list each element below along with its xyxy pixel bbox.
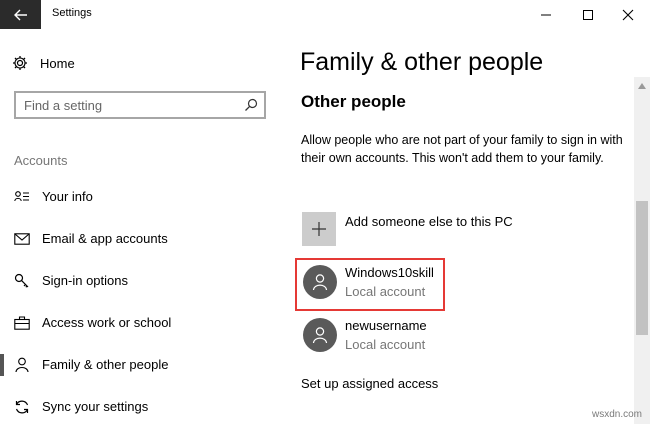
sidebar-item-family-other-people[interactable]: Family & other people xyxy=(0,348,290,382)
back-button[interactable] xyxy=(0,0,41,29)
person-icon xyxy=(13,356,31,374)
account-name: newusername xyxy=(345,318,427,333)
description-text: Allow people who are not part of your fa… xyxy=(301,133,623,165)
add-someone-button[interactable]: Add someone else to this PC xyxy=(301,209,621,247)
add-icon-box xyxy=(302,212,336,246)
main-content: Family & other people Other people Allow… xyxy=(290,29,634,424)
sidebar-item-sync-settings[interactable]: Sync your settings xyxy=(0,390,290,424)
user-icon xyxy=(312,327,328,344)
page-title: Family & other people xyxy=(300,48,544,76)
scrollbar-thumb[interactable] xyxy=(636,201,648,335)
maximize-icon xyxy=(583,9,593,20)
sidebar-item-label: Sign-in options xyxy=(42,273,128,288)
sidebar: Home Accounts Your info Email & app acco… xyxy=(0,29,290,424)
watermark: wsxdn.com xyxy=(591,409,642,420)
home-link[interactable]: Home xyxy=(12,55,75,71)
search-icon[interactable] xyxy=(244,98,258,112)
sidebar-item-label: Sync your settings xyxy=(42,399,149,414)
assigned-access-link[interactable]: Set up assigned access xyxy=(301,376,438,391)
sidebar-item-sign-in-options[interactable]: Sign-in options xyxy=(0,264,290,298)
search-box[interactable] xyxy=(14,91,266,119)
close-icon xyxy=(622,9,634,20)
close-button[interactable] xyxy=(608,0,648,29)
avatar xyxy=(303,318,337,352)
window-title: Settings xyxy=(52,7,92,19)
sync-icon xyxy=(13,398,31,416)
add-someone-label: Add someone else to this PC xyxy=(345,214,513,229)
search-input[interactable] xyxy=(16,93,236,117)
your-info-icon xyxy=(13,188,31,206)
gear-icon xyxy=(13,56,27,70)
sidebar-item-label: Your info xyxy=(42,189,93,204)
account-item-newusername[interactable]: newusername Local account xyxy=(301,316,621,356)
mail-icon xyxy=(13,230,31,248)
section-title-other-people: Other people xyxy=(301,92,406,111)
arrow-left-icon xyxy=(13,9,27,20)
account-type: Local account xyxy=(345,337,426,352)
title-bar: Settings xyxy=(0,0,650,29)
sidebar-item-your-info[interactable]: Your info xyxy=(0,180,290,214)
home-label: Home xyxy=(40,55,75,71)
sidebar-item-label: Access work or school xyxy=(42,315,172,330)
section-label-accounts: Accounts xyxy=(14,153,68,168)
key-icon xyxy=(13,272,31,290)
sidebar-item-access-work-school[interactable]: Access work or school xyxy=(0,306,290,340)
briefcase-icon xyxy=(13,314,31,332)
highlight-box xyxy=(295,258,445,311)
sidebar-item-label: Email & app accounts xyxy=(42,231,168,246)
scrollbar[interactable] xyxy=(634,77,650,424)
scroll-up-icon[interactable] xyxy=(638,83,646,89)
minimize-button[interactable] xyxy=(526,0,566,29)
sidebar-item-label: Family & other people xyxy=(42,357,169,372)
maximize-button[interactable] xyxy=(568,0,608,29)
sidebar-item-email-app-accounts[interactable]: Email & app accounts xyxy=(0,222,290,256)
minimize-icon xyxy=(541,14,551,15)
plus-icon xyxy=(312,222,326,236)
